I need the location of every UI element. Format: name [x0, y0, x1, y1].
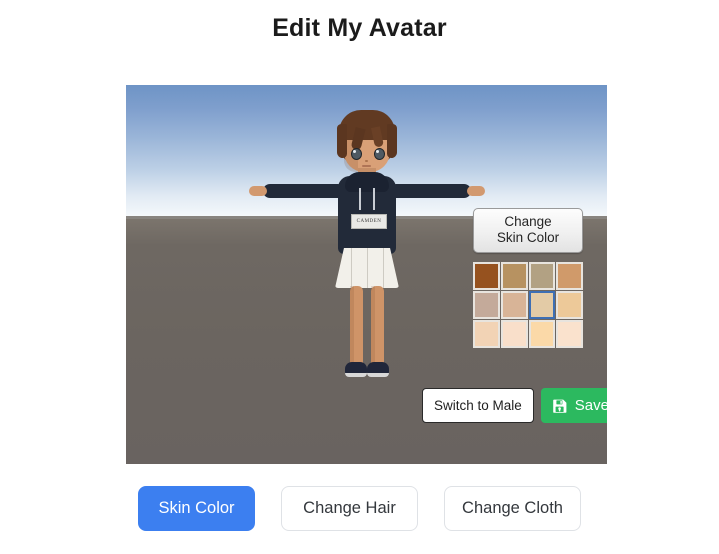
avatar-shoe-sole-right [367, 373, 389, 377]
save-floppy-icon [552, 398, 568, 414]
avatar-eye-highlight-left [353, 150, 356, 153]
skin-swatch-10[interactable] [500, 320, 528, 348]
skin-swatch-6[interactable] [500, 291, 528, 319]
avatar-hair-side-left [337, 124, 347, 158]
skin-swatch-3[interactable] [528, 262, 556, 290]
skin-swatch-2[interactable] [500, 262, 528, 290]
canvas-action-bar: Switch to Male Save [422, 388, 607, 423]
avatar-skirt-fold-1 [351, 248, 352, 288]
skin-swatch-12[interactable] [556, 320, 583, 348]
change-skin-color-label-line1: Change [504, 214, 552, 229]
skin-swatch-7[interactable] [528, 291, 556, 319]
avatar-3d-preview[interactable]: CAMDEN Change Skin Color Switch to Male [126, 85, 607, 464]
avatar-eye-highlight-right [376, 150, 379, 153]
avatar-hoodie-logo: CAMDEN [351, 214, 387, 229]
change-skin-color-label-line2: Skin Color [496, 230, 560, 245]
avatar-skirt-fold-2 [367, 248, 368, 288]
tab-skin-color[interactable]: Skin Color [138, 486, 255, 531]
avatar-hoodie-string-right [373, 188, 375, 210]
skin-swatch-1[interactable] [473, 262, 500, 290]
tab-change-cloth[interactable]: Change Cloth [444, 486, 581, 531]
save-button-label: Save [574, 397, 607, 414]
avatar-hoodie-hood [345, 172, 389, 192]
skin-swatch-11[interactable] [528, 320, 556, 348]
avatar-nose [365, 160, 368, 162]
skin-color-panel: Change Skin Color [473, 208, 583, 348]
avatar-hand-left [249, 186, 267, 196]
avatar-leg-shading-right [371, 286, 375, 368]
skin-swatch-9[interactable] [473, 320, 500, 348]
skin-swatch-5[interactable] [473, 291, 500, 319]
save-button[interactable]: Save [540, 388, 607, 423]
skin-swatch-8[interactable] [556, 291, 583, 319]
avatar-hand-right [467, 186, 485, 196]
avatar-arm-left [263, 184, 341, 198]
avatar-skirt-fold-3 [383, 248, 384, 288]
avatar-hoodie-logo-text: CAMDEN [356, 219, 382, 224]
avatar-mouth [362, 165, 371, 167]
change-skin-color-button[interactable]: Change Skin Color [473, 208, 583, 253]
avatar-hair-side-right [387, 124, 397, 158]
skin-swatch-4[interactable] [556, 262, 583, 290]
page-title: Edit My Avatar [272, 14, 447, 42]
skin-swatch-grid [473, 262, 583, 348]
avatar-arm-right [393, 184, 471, 198]
bottom-tab-bar: Skin Color Change Hair Change Cloth [0, 486, 719, 531]
tab-change-hair[interactable]: Change Hair [281, 486, 418, 531]
avatar-hoodie-string-left [359, 188, 361, 210]
switch-to-male-button[interactable]: Switch to Male [422, 388, 534, 423]
avatar-leg-shading-left [350, 286, 354, 368]
avatar-shoe-sole-left [345, 373, 367, 377]
